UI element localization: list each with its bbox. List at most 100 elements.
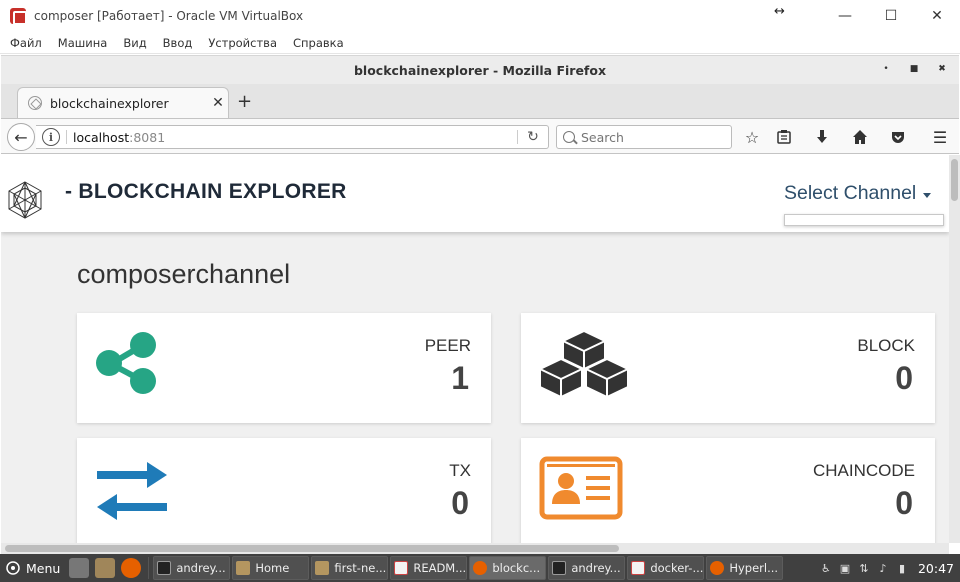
search-input[interactable]	[581, 129, 721, 145]
select-channel-label: Select Channel	[784, 182, 917, 204]
file-manager-icon[interactable]	[95, 558, 116, 578]
taskbar: Menu andrey... Home first-ne... READM...…	[0, 554, 960, 582]
back-arrow-icon: ←	[14, 127, 28, 147]
ff-minimize-icon[interactable]: •	[879, 62, 893, 76]
task-label: Hyperl...	[729, 561, 779, 575]
url-separator	[66, 130, 67, 144]
channel-title: composerchannel	[77, 259, 291, 289]
volume-icon[interactable]: ♪	[876, 561, 890, 575]
reload-icon[interactable]: ↻	[518, 129, 548, 145]
firefox-window-title: blockchainexplorer - Mozilla Firefox	[353, 62, 607, 78]
ff-close-icon[interactable]: ✖	[935, 62, 949, 76]
menu-machine[interactable]: Машина	[50, 36, 116, 50]
menu-file[interactable]: Файл	[0, 36, 50, 50]
menu-view[interactable]: Вид	[115, 36, 154, 50]
task-label: Home	[255, 561, 290, 575]
taskbar-separator	[148, 557, 150, 579]
vertical-scrollbar-thumb[interactable]	[951, 159, 958, 201]
download-icon[interactable]	[809, 125, 835, 149]
block-label: BLOCK	[857, 336, 915, 355]
tab-blockchainexplorer[interactable]: blockchainexplorer ✕	[17, 87, 229, 118]
resize-arrows-icon[interactable]: ↔	[774, 4, 785, 19]
firefox-icon	[710, 561, 725, 575]
menu-input[interactable]: Ввод	[155, 36, 201, 50]
exchange-arrows-icon	[97, 462, 167, 520]
taskbar-task[interactable]: andrey...	[548, 556, 626, 580]
channel-dropdown-menu[interactable]	[784, 214, 944, 226]
taskbar-task[interactable]: Hyperl...	[706, 556, 784, 580]
search-box[interactable]	[556, 125, 732, 149]
tx-card[interactable]: TX 0	[77, 438, 491, 543]
close-icon[interactable]: ✕	[914, 0, 960, 32]
info-icon[interactable]: i	[42, 128, 60, 146]
caret-down-icon	[923, 192, 932, 198]
chaincode-card[interactable]: CHAINCODE 0	[521, 438, 935, 543]
show-desktop-icon[interactable]	[69, 558, 90, 578]
taskbar-task[interactable]: first-ne...	[311, 556, 389, 580]
cubes-icon	[539, 330, 629, 398]
text-editor-icon	[394, 561, 409, 575]
task-label: andrey...	[176, 561, 226, 575]
url-host: localhost	[73, 129, 130, 145]
menu-help[interactable]: Справка	[285, 36, 352, 50]
taskbar-task[interactable]: Home	[232, 556, 310, 580]
taskbar-task[interactable]: docker-...	[627, 556, 705, 580]
firefox-launcher-icon[interactable]	[121, 558, 142, 578]
home-icon[interactable]	[847, 125, 873, 149]
block-card[interactable]: BLOCK 0	[521, 313, 935, 423]
select-channel-dropdown[interactable]: Select Channel	[784, 182, 932, 205]
hamburger-menu-icon[interactable]: ☰	[927, 125, 953, 149]
chaincode-count: 0	[895, 485, 913, 521]
clock[interactable]: 20:47	[918, 561, 954, 576]
folder-icon	[236, 561, 251, 575]
mint-logo-icon	[6, 561, 20, 575]
horizontal-scrollbar-thumb[interactable]	[5, 545, 619, 552]
peer-card[interactable]: PEER 1	[77, 313, 491, 423]
vertical-scrollbar[interactable]	[949, 155, 960, 543]
share-icon	[96, 332, 156, 394]
taskbar-task[interactable]: READM...	[390, 556, 468, 580]
page-content: - BLOCKCHAIN EXPLORER Select Channel com…	[1, 155, 949, 543]
app-header: - BLOCKCHAIN EXPLORER Select Channel	[1, 155, 949, 232]
ff-maximize-icon[interactable]: ■	[907, 62, 921, 76]
menu-devices[interactable]: Устройства	[200, 36, 285, 50]
tx-label: TX	[449, 461, 471, 480]
firefox-window-buttons: • ■ ✖	[879, 62, 949, 76]
peer-count: 1	[451, 360, 469, 396]
bookmarks-list-icon[interactable]	[771, 125, 797, 149]
tab-favicon-icon	[28, 96, 42, 110]
firefox-tabbar: blockchainexplorer ✕ +	[1, 84, 959, 118]
bookmark-star-icon[interactable]: ☆	[739, 125, 765, 149]
vm-icon[interactable]: ▣	[838, 561, 852, 575]
task-label: andrey...	[571, 561, 621, 575]
taskbar-task[interactable]: andrey...	[153, 556, 231, 580]
virtualbox-menubar: Файл Машина Вид Ввод Устройства Справка	[0, 32, 960, 54]
url-bar[interactable]: i localhost:8081 ↻	[36, 125, 549, 149]
task-label: first-ne...	[334, 561, 387, 575]
virtualbox-logo-icon	[10, 8, 27, 25]
start-menu-button[interactable]: Menu	[0, 554, 66, 582]
network-icon[interactable]: ⇅	[857, 561, 871, 575]
power-icon[interactable]: ▮	[895, 561, 909, 575]
horizontal-scrollbar[interactable]	[1, 543, 949, 554]
new-tab-icon[interactable]: +	[237, 91, 252, 112]
url-text[interactable]: localhost:8081	[73, 130, 517, 145]
search-icon	[563, 131, 575, 143]
terminal-icon	[157, 561, 172, 575]
taskbar-task[interactable]: blockc...	[469, 556, 547, 580]
blockchain-logo-icon	[8, 181, 42, 219]
firefox-titlebar: blockchainexplorer - Mozilla Firefox • ■…	[1, 55, 959, 84]
firefox-navbar: ← i localhost:8081 ↻ ☆ ☰	[1, 118, 959, 154]
peer-label: PEER	[424, 336, 471, 355]
virtualbox-window-title: composer [Работает] - Oracle VM VirtualB…	[34, 9, 304, 23]
tab-close-icon[interactable]: ✕	[208, 95, 228, 111]
minimize-icon[interactable]: —	[822, 0, 868, 32]
accessibility-icon[interactable]: ♿	[819, 561, 833, 575]
pocket-icon[interactable]	[885, 125, 911, 149]
task-label: blockc...	[492, 561, 541, 575]
chaincode-label: CHAINCODE	[812, 461, 915, 480]
back-button[interactable]: ←	[7, 123, 35, 151]
maximize-icon[interactable]: ☐	[868, 0, 914, 32]
window-controls: — ☐ ✕	[822, 0, 960, 32]
app-brand: - BLOCKCHAIN EXPLORER	[65, 180, 347, 203]
